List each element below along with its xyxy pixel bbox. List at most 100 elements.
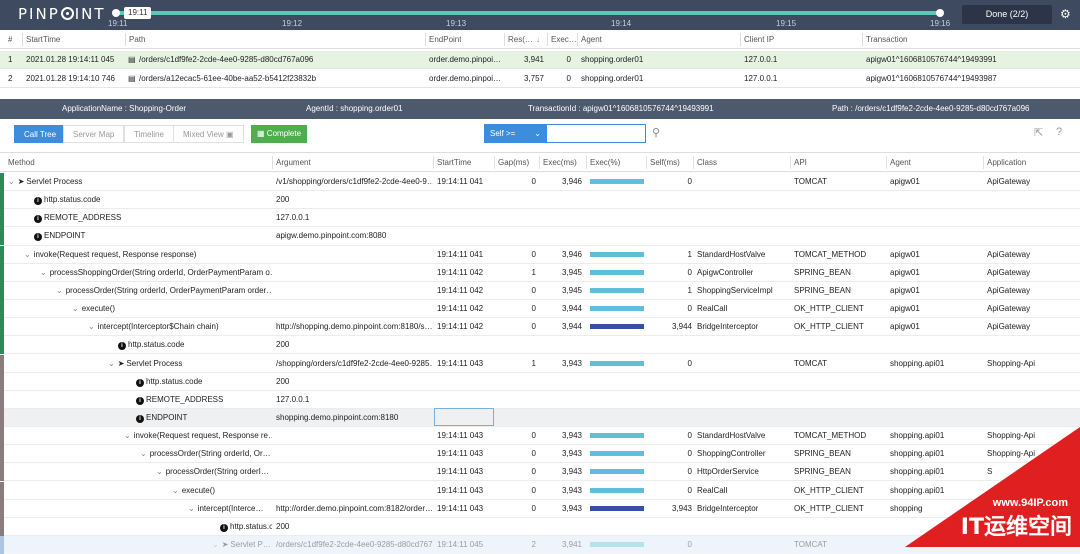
list-cell-agent: shopping.order01: [581, 73, 644, 83]
call-tree-row[interactable]: ⌄ execute() 19:14:11 042 0 3,944 0 RealCall OK_…: [0, 300, 1080, 319]
tree-cell-start-time: 19:14:11 041: [437, 177, 484, 186]
tree-header-start-time[interactable]: StartTime: [437, 153, 471, 172]
tree-cell-start-time: 19:14:11 041: [437, 249, 484, 259]
help-icon[interactable]: ?: [1056, 126, 1062, 138]
chevron-down-icon[interactable]: ⌄: [40, 268, 47, 277]
column-divider[interactable]: [983, 156, 984, 169]
sort-desc-icon[interactable]: ↓: [536, 30, 540, 49]
call-tree-row[interactable]: ⌄ invoke(Request request, Response respon…: [0, 245, 1080, 264]
tree-header-agent[interactable]: Agent: [890, 153, 911, 172]
splitter[interactable]: [0, 88, 1080, 99]
column-divider[interactable]: [790, 156, 791, 169]
column-divider[interactable]: [886, 156, 887, 169]
search-icon[interactable]: ⚲: [652, 126, 660, 139]
timeline-end-handle[interactable]: [936, 9, 944, 17]
list-cell-endpoint: order.demo.pinpoi…: [429, 55, 502, 64]
column-divider[interactable]: [862, 33, 863, 46]
tree-header-method[interactable]: Method: [8, 153, 35, 172]
list-header-transaction[interactable]: Transaction: [866, 30, 908, 49]
call-tree-row[interactable]: i REMOTE_ADDRESS 127.0.0.1: [0, 209, 1080, 228]
exec-percent-bar: [590, 269, 644, 275]
list-header-path[interactable]: Path: [129, 30, 145, 49]
tree-header-api[interactable]: API: [794, 153, 807, 172]
chevron-down-icon[interactable]: ⌄: [156, 467, 163, 476]
complete-button[interactable]: ▦ Complete: [251, 125, 308, 143]
column-divider[interactable]: [272, 156, 273, 169]
column-divider[interactable]: [22, 33, 23, 46]
tree-header-exec[interactable]: Exec(ms): [543, 153, 577, 172]
chevron-down-icon[interactable]: ⌄: [188, 504, 195, 513]
timeline-start-handle[interactable]: [112, 9, 120, 17]
row-stripe: [0, 227, 4, 246]
table-row[interactable]: 1 2021.01.28 19:14:11 045 ▤/orders/c1df9fe…: [0, 51, 1080, 69]
column-divider[interactable]: [646, 156, 647, 169]
tab-timeline[interactable]: Timeline: [124, 125, 174, 143]
timeline-track[interactable]: [116, 11, 940, 15]
tree-header-application[interactable]: Application: [987, 153, 1026, 172]
selected-cell[interactable]: [434, 408, 494, 426]
done-button[interactable]: Done (2/2): [962, 5, 1052, 24]
tree-header-exec-pct[interactable]: Exec(%): [590, 153, 620, 172]
tree-cell-agent: shopping.api01: [890, 358, 945, 368]
call-tree-row[interactable]: ⌄ intercept(Interceptor$Chain chain) http:…: [0, 318, 1080, 337]
list-header-endpoint[interactable]: EndPoint: [429, 30, 461, 49]
chevron-down-icon[interactable]: ⌄: [56, 286, 63, 295]
chevron-down-icon[interactable]: ⌄: [172, 486, 179, 495]
call-tree-row[interactable]: ⌄ processShoppingOrder(String orderId, Or…: [0, 263, 1080, 282]
chevron-down-icon[interactable]: ⌄: [24, 250, 31, 259]
chevron-down-icon[interactable]: ⌄: [108, 359, 115, 368]
column-divider[interactable]: [539, 156, 540, 169]
self-filter-input[interactable]: [546, 124, 646, 143]
tree-header-gap[interactable]: Gap(ms): [498, 153, 529, 172]
column-divider[interactable]: [504, 33, 505, 46]
row-stripe: [0, 173, 4, 191]
method-name: invoke(Request request, Response respons…: [33, 249, 197, 259]
chevron-down-icon[interactable]: ⌄: [212, 540, 219, 549]
pinpoint-logo[interactable]: PINP INT: [18, 5, 106, 23]
self-filter-select[interactable]: Self >= ⌄: [484, 124, 546, 143]
call-tree-row[interactable]: i ENDPOINT shopping.demo.pinpoint.com:8180: [0, 408, 1080, 428]
column-divider[interactable]: [740, 33, 741, 46]
call-tree-row[interactable]: i REMOTE_ADDRESS 127.0.0.1: [0, 390, 1080, 409]
column-divider[interactable]: [586, 156, 587, 169]
call-tree-row[interactable]: i http.status.code 200: [0, 191, 1080, 210]
timeline-tooltip: 19:11: [124, 7, 152, 19]
call-tree-row[interactable]: i ENDPOINT apigw.demo.pinpoint.com:8080: [0, 227, 1080, 246]
tree-header-self[interactable]: Self(ms): [650, 153, 680, 172]
column-divider[interactable]: [547, 33, 548, 46]
open-external-icon[interactable]: ⇱: [1034, 126, 1043, 139]
call-tree-row[interactable]: ⌄ ➤ Servlet Process/shopping/orders/c1df9f…: [0, 354, 1080, 373]
gear-icon[interactable]: ⚙: [1060, 7, 1071, 21]
method-name: Servlet P…: [230, 540, 271, 549]
tree-header-argument[interactable]: Argument: [276, 153, 311, 172]
list-header-response[interactable]: Res(…: [508, 30, 533, 49]
chevron-down-icon[interactable]: ⌄: [124, 431, 131, 440]
call-tree-row[interactable]: i http.status.code 200: [0, 336, 1080, 355]
call-tree-row[interactable]: ⌄ processOrder(String orderId, OrderPayme…: [0, 281, 1080, 300]
tab-call-tree[interactable]: Call Tree: [14, 125, 67, 143]
tree-header-class[interactable]: Class: [697, 153, 717, 172]
chevron-down-icon[interactable]: ⌄: [72, 304, 79, 313]
column-divider[interactable]: [433, 156, 434, 169]
column-divider[interactable]: [125, 33, 126, 46]
column-divider[interactable]: [425, 33, 426, 46]
list-header-agent[interactable]: Agent: [581, 30, 602, 49]
column-divider[interactable]: [494, 156, 495, 169]
tab-server-map[interactable]: Server Map: [63, 125, 125, 143]
row-stripe: [0, 263, 4, 282]
list-header-client-ip[interactable]: Client IP: [744, 30, 774, 49]
tree-cell-method: ⌄ processOrder(String orderI…: [156, 463, 272, 481]
call-tree-row[interactable]: ⌄ ➤ Servlet Process/v1/shopping/orders/c1d…: [0, 173, 1080, 192]
chevron-down-icon[interactable]: ⌄: [140, 449, 147, 458]
chevron-down-icon[interactable]: ⌄: [8, 177, 15, 186]
chevron-down-icon[interactable]: ⌄: [88, 322, 95, 331]
table-row[interactable]: 2 2021.01.28 19:14:10 746 ▤/orders/a12ecac…: [0, 70, 1080, 88]
list-header-exec[interactable]: Exec…: [551, 30, 577, 49]
tab-mixed-view[interactable]: Mixed View ▣: [173, 125, 244, 143]
column-divider[interactable]: [693, 156, 694, 169]
column-divider[interactable]: [577, 33, 578, 46]
call-tree-row[interactable]: i http.status.code 200: [0, 372, 1080, 391]
list-header-num[interactable]: #: [8, 30, 12, 49]
row-stripe: [0, 408, 4, 427]
list-header-start-time[interactable]: StartTime: [26, 30, 60, 49]
